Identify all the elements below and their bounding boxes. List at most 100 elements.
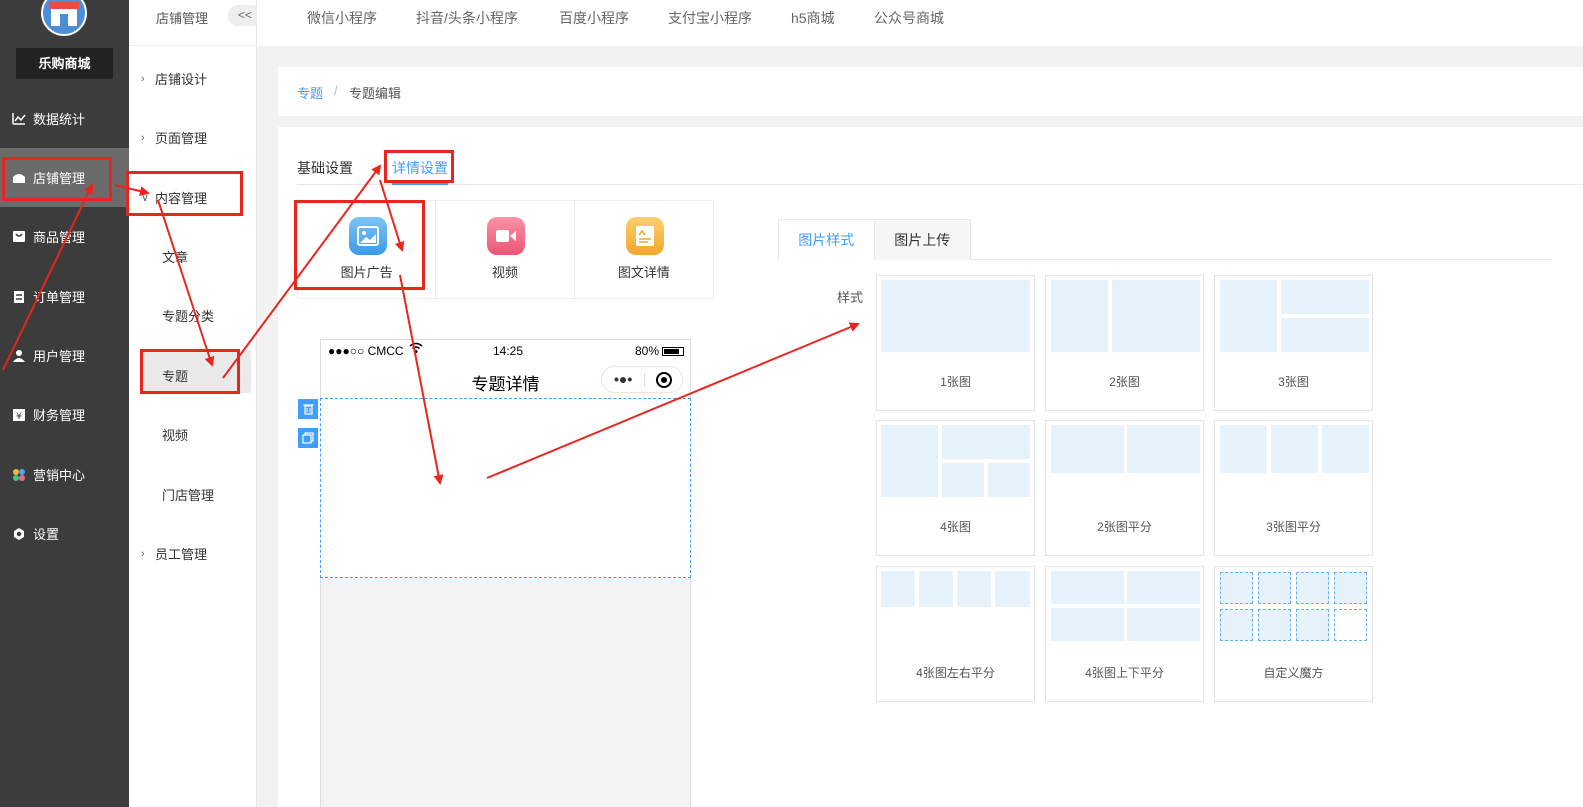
carrier-label: ●●●○○ CMCC bbox=[328, 344, 404, 358]
tab-douyin-miniprogram[interactable]: 抖音/头条小程序 bbox=[416, 8, 518, 28]
settings-icon bbox=[12, 527, 26, 541]
style-label: 2张图平分 bbox=[1097, 520, 1152, 534]
phone-preview: ●●●○○ CMCC 14:25 80% 专题详情 •●• bbox=[320, 339, 691, 807]
tab-baidu-miniprogram[interactable]: 百度小程序 bbox=[559, 8, 629, 28]
style-label: 4张图上下平分 bbox=[1085, 666, 1164, 680]
component-label: 视频 bbox=[491, 265, 518, 280]
submenu-item-pages[interactable]: › 页面管理 bbox=[141, 128, 207, 147]
wifi-icon bbox=[409, 342, 423, 357]
style-option-3[interactable]: 3张图 bbox=[1214, 275, 1373, 411]
style-option-9[interactable]: 自定义魔方 bbox=[1214, 566, 1373, 702]
style-label: 3张图 bbox=[1278, 375, 1309, 389]
chevron-right-icon: › bbox=[141, 72, 145, 85]
breadcrumb-current: 专题编辑 bbox=[349, 86, 402, 101]
submenu-item-label: 页面管理 bbox=[155, 131, 208, 146]
sidebar-item-label: 营销中心 bbox=[33, 468, 86, 483]
finance-icon: ¥ bbox=[12, 408, 26, 422]
submenu-item-staff[interactable]: › 员工管理 bbox=[141, 544, 207, 563]
capsule-divider bbox=[644, 373, 645, 387]
submenu-item-label: 员工管理 bbox=[155, 547, 208, 562]
component-article[interactable]: 图文详情 bbox=[575, 201, 713, 298]
phone-time: 14:25 bbox=[493, 344, 524, 358]
sidebar-item-label: 用户管理 bbox=[33, 349, 86, 364]
sidebar-item-goods[interactable]: 商品管理 bbox=[0, 207, 129, 266]
style-option-1[interactable]: 1张图 bbox=[876, 275, 1035, 411]
phone-status-bar: ●●●○○ CMCC 14:25 80% bbox=[321, 340, 690, 362]
article-icon bbox=[625, 217, 664, 255]
submenu-item-label: 店铺设计 bbox=[155, 72, 208, 87]
delete-icon[interactable] bbox=[298, 399, 318, 419]
sidebar-item-finance[interactable]: ¥ 财务管理 bbox=[0, 385, 129, 444]
tab-image-style[interactable]: 图片样式 bbox=[779, 220, 875, 260]
chevron-right-icon: › bbox=[141, 131, 145, 144]
annotation-box-detail-tab bbox=[384, 150, 454, 183]
sidebar-item-stats[interactable]: 数据统计 bbox=[0, 89, 129, 148]
tab-image-upload[interactable]: 图片上传 bbox=[874, 220, 970, 260]
component-video[interactable]: 视频 bbox=[436, 201, 575, 298]
brand-area: 乐购商城 bbox=[0, 0, 129, 89]
breadcrumb: 专题 / 专题编辑 bbox=[278, 67, 1583, 116]
video-icon bbox=[487, 217, 526, 255]
sidebar-item-label: 财务管理 bbox=[33, 408, 86, 423]
sidebar-item-label: 数据统计 bbox=[33, 112, 86, 127]
style-option-8[interactable]: 4张图上下平分 bbox=[1045, 566, 1204, 702]
submenu-item-videos[interactable]: 视频 bbox=[162, 425, 188, 444]
tab-basic-settings[interactable]: 基础设置 bbox=[297, 158, 353, 178]
sidebar-item-orders[interactable]: 订单管理 bbox=[0, 267, 129, 326]
brand-name: 乐购商城 bbox=[16, 48, 113, 79]
tabs-divider bbox=[297, 184, 1583, 185]
more-icon: •●• bbox=[614, 371, 633, 387]
style-option-4[interactable]: 4张图 bbox=[876, 420, 1035, 556]
selected-image-ad-block[interactable] bbox=[320, 398, 691, 578]
tab-alipay-miniprogram[interactable]: 支付宝小程序 bbox=[668, 8, 752, 28]
copy-icon[interactable] bbox=[298, 428, 318, 448]
breadcrumb-separator: / bbox=[334, 83, 338, 98]
store-icon bbox=[41, 0, 87, 36]
order-icon bbox=[12, 290, 26, 304]
submenu-item-shop-design[interactable]: › 店铺设计 bbox=[141, 69, 207, 88]
miniprogram-capsule: •●• bbox=[601, 366, 683, 393]
battery-icon bbox=[662, 347, 684, 356]
sidebar-item-marketing[interactable]: 营销中心 bbox=[0, 445, 129, 504]
platform-tabs-bar: 微信小程序 抖音/头条小程序 百度小程序 支付宝小程序 h5商城 公众号商城 bbox=[257, 0, 1583, 46]
submenu-item-articles[interactable]: 文章 bbox=[162, 247, 188, 266]
annotation-box-image-ad bbox=[294, 200, 425, 290]
style-label: 4张图左右平分 bbox=[916, 666, 995, 680]
user-icon bbox=[12, 349, 26, 363]
svg-text:¥: ¥ bbox=[16, 412, 22, 422]
phone-navbar: 专题详情 •●• bbox=[321, 362, 690, 398]
sidebar-item-settings[interactable]: 设置 bbox=[0, 504, 129, 563]
marketing-icon bbox=[12, 468, 26, 482]
submenu-item-stores[interactable]: 门店管理 bbox=[162, 485, 214, 504]
sidebar-item-users[interactable]: 用户管理 bbox=[0, 326, 129, 385]
annotation-box-content-menu bbox=[126, 171, 243, 216]
goods-icon bbox=[12, 230, 26, 244]
style-label: 自定义魔方 bbox=[1263, 666, 1324, 680]
image-settings-tabs: 图片样式 图片上传 bbox=[778, 219, 971, 260]
style-option-2[interactable]: 2张图 bbox=[1045, 275, 1204, 411]
tab-h5-mall[interactable]: h5商城 bbox=[791, 8, 835, 28]
tab-official-account-mall[interactable]: 公众号商城 bbox=[874, 8, 944, 28]
battery-percent: 80% bbox=[635, 344, 660, 358]
annotation-box-topic-menu bbox=[140, 349, 240, 394]
editor-card: 基础设置 详情设置 图片广告 视频 图文详情 ●●●○○ CMCC 14:25 … bbox=[278, 127, 1583, 807]
submenu-header: 店铺管理 << bbox=[129, 0, 262, 46]
style-option-6[interactable]: 3张图平分 bbox=[1214, 420, 1373, 556]
style-label: 样式 bbox=[837, 290, 864, 305]
style-label: 3张图平分 bbox=[1266, 520, 1321, 534]
style-option-5[interactable]: 2张图平分 bbox=[1045, 420, 1204, 556]
style-label: 1张图 bbox=[940, 375, 971, 389]
tab-wechat-miniprogram[interactable]: 微信小程序 bbox=[307, 8, 377, 28]
submenu-panel: 店铺管理 << › 店铺设计 › 页面管理 ∨ 内容管理 文章 专题分类 专题 … bbox=[129, 0, 262, 807]
chevron-right-icon: › bbox=[141, 547, 145, 560]
breadcrumb-link-topics[interactable]: 专题 bbox=[297, 83, 323, 102]
active-tab-indicator bbox=[392, 183, 448, 185]
annotation-box-shop-menu bbox=[2, 157, 112, 201]
chart-icon bbox=[12, 112, 26, 126]
submenu-title: 店铺管理 bbox=[156, 11, 209, 26]
submenu-item-topic-categories[interactable]: 专题分类 bbox=[162, 306, 214, 325]
style-label: 4张图 bbox=[940, 520, 971, 534]
sidebar-item-label: 设置 bbox=[33, 527, 60, 542]
style-option-7[interactable]: 4张图左右平分 bbox=[876, 566, 1035, 702]
sidebar-item-label: 商品管理 bbox=[33, 230, 86, 245]
